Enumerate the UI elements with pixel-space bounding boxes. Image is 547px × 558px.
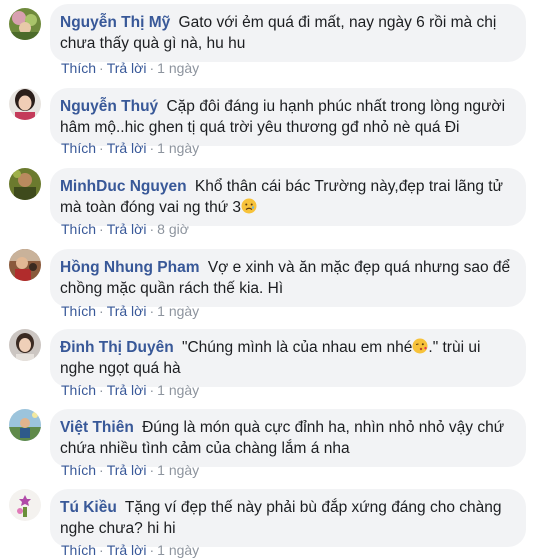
separator: · [99, 462, 104, 478]
reply-link[interactable]: Trả lời [107, 462, 147, 478]
separator: · [99, 60, 104, 76]
comment-author[interactable]: Tú Kiều [60, 499, 117, 516]
comment-bubble: Việt Thiên Đúng là món quà cực đỉnh ha, … [50, 409, 526, 467]
comment-time[interactable]: 1 ngày [157, 303, 199, 319]
reply-link[interactable]: Trả lời [107, 303, 147, 319]
reply-link[interactable]: Trả lời [107, 542, 147, 558]
comment-text-start: "Chúng mình là của nhau em nhé [181, 339, 413, 356]
avatar[interactable] [9, 168, 41, 200]
like-link[interactable]: Thích [61, 542, 96, 558]
reply-link[interactable]: Trả lời [107, 60, 147, 76]
comment-author[interactable]: Đinh Thị Duyên [60, 339, 174, 356]
comment-text: Tặng ví đẹp thế này phải bù đắp xứng đán… [60, 499, 502, 537]
avatar[interactable] [9, 88, 41, 120]
comment-actions: Thích · Trả lời · 1 ngày [61, 140, 199, 156]
separator: · [99, 303, 104, 319]
avatar[interactable] [9, 249, 41, 281]
comment-time[interactable]: 1 ngày [157, 382, 199, 398]
like-link[interactable]: Thích [61, 303, 96, 319]
avatar[interactable] [9, 489, 41, 521]
avatar[interactable] [9, 409, 41, 441]
separator: · [149, 382, 155, 398]
like-link[interactable]: Thích [61, 140, 96, 156]
comment-time[interactable]: 1 ngày [157, 140, 199, 156]
avatar[interactable] [9, 8, 41, 40]
comment-author[interactable]: Nguyễn Thuý [60, 98, 158, 115]
reply-link[interactable]: Trả lời [107, 382, 147, 398]
separator: · [99, 221, 104, 237]
comment-bubble: Đinh Thị Duyên "Chúng mình là của nhau e… [50, 329, 526, 387]
comment-author[interactable]: Việt Thiên [60, 419, 134, 436]
comment-time[interactable]: 8 giờ [157, 221, 189, 237]
separator: · [149, 462, 155, 478]
kissing-face-icon [412, 338, 428, 354]
sad-face-icon [241, 198, 257, 214]
reply-link[interactable]: Trả lời [107, 221, 147, 237]
comment-bubble: Tú Kiều Tặng ví đẹp thế này phải bù đắp … [50, 489, 526, 547]
comment-bubble: Hồng Nhung Pham Vợ e xinh và ăn mặc đẹp … [50, 249, 526, 307]
comment-author[interactable]: Hồng Nhung Pham [60, 259, 200, 276]
comment-actions: Thích · Trả lời · 8 giờ [61, 221, 189, 237]
separator: · [149, 140, 155, 156]
reply-link[interactable]: Trả lời [107, 140, 147, 156]
separator: · [149, 303, 155, 319]
comment-actions: Thích · Trả lời · 1 ngày [61, 542, 199, 558]
comment-author[interactable]: MinhDuc Nguyen [60, 178, 187, 195]
comment-bubble: Nguyễn Thuý Cặp đôi đáng iu hạnh phúc nh… [50, 88, 526, 146]
like-link[interactable]: Thích [61, 60, 96, 76]
separator: · [149, 60, 155, 76]
comment-author[interactable]: Nguyễn Thị Mỹ [60, 14, 170, 31]
comment-actions: Thích · Trả lời · 1 ngày [61, 60, 199, 76]
like-link[interactable]: Thích [61, 382, 96, 398]
separator: · [99, 542, 104, 558]
separator: · [149, 542, 155, 558]
separator: · [99, 140, 104, 156]
comment-time[interactable]: 1 ngày [157, 60, 199, 76]
comment-actions: Thích · Trả lời · 1 ngày [61, 303, 199, 319]
comment-actions: Thích · Trả lời · 1 ngày [61, 382, 199, 398]
comment-time[interactable]: 1 ngày [157, 462, 199, 478]
comment-bubble: Nguyễn Thị Mỹ Gato với ẻm quá đi mất, na… [50, 4, 526, 62]
comment-bubble: MinhDuc Nguyen Khổ thân cái bác Trường n… [50, 168, 526, 226]
avatar[interactable] [9, 329, 41, 361]
separator: · [149, 221, 155, 237]
separator: · [99, 382, 104, 398]
like-link[interactable]: Thích [61, 221, 96, 237]
comment-actions: Thích · Trả lời · 1 ngày [61, 462, 199, 478]
like-link[interactable]: Thích [61, 462, 96, 478]
comment-time[interactable]: 1 ngày [157, 542, 199, 558]
